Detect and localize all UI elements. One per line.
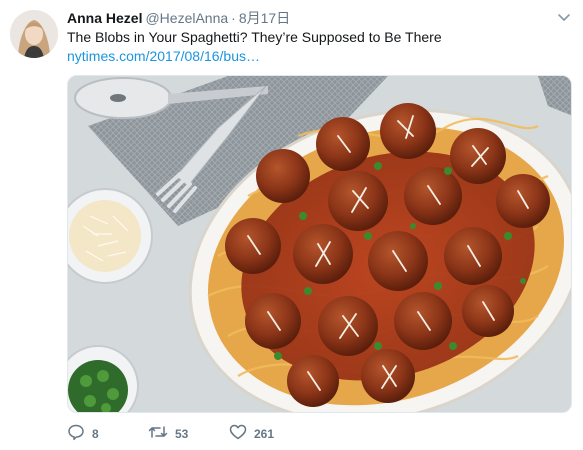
tweet-header: Anna Hezel @HezelAnna · 8月17日 (67, 9, 290, 27)
heart-icon (229, 423, 247, 446)
retweet-icon (148, 423, 168, 446)
tweet-text: The Blobs in Your Spaghetti? They’re Sup… (67, 29, 442, 45)
chevron-down-icon[interactable] (557, 11, 571, 25)
separator: · (231, 10, 236, 26)
tweet-date[interactable]: 8月17日 (239, 10, 290, 26)
like-button[interactable]: 261 (229, 424, 319, 444)
reply-icon (67, 423, 85, 446)
spaghetti-meatballs-photo-icon (68, 76, 571, 412)
retweet-button[interactable]: 53 (148, 424, 229, 444)
reply-button[interactable]: 8 (67, 424, 148, 444)
author-name[interactable]: Anna Hezel (67, 10, 142, 26)
retweet-count: 53 (175, 427, 189, 441)
author-handle[interactable]: @HezelAnna (145, 10, 228, 26)
tweet-photo[interactable] (67, 75, 572, 413)
avatar[interactable] (10, 10, 58, 58)
like-count: 261 (254, 427, 275, 441)
tweet-card: Anna Hezel @HezelAnna · 8月17日 The Blobs in … (0, 0, 583, 450)
tweet-actions: 8 53 261 (67, 424, 319, 444)
reply-count: 8 (92, 427, 99, 441)
tweet-link[interactable]: nytimes.com/2017/08/16/bus… (67, 47, 260, 66)
